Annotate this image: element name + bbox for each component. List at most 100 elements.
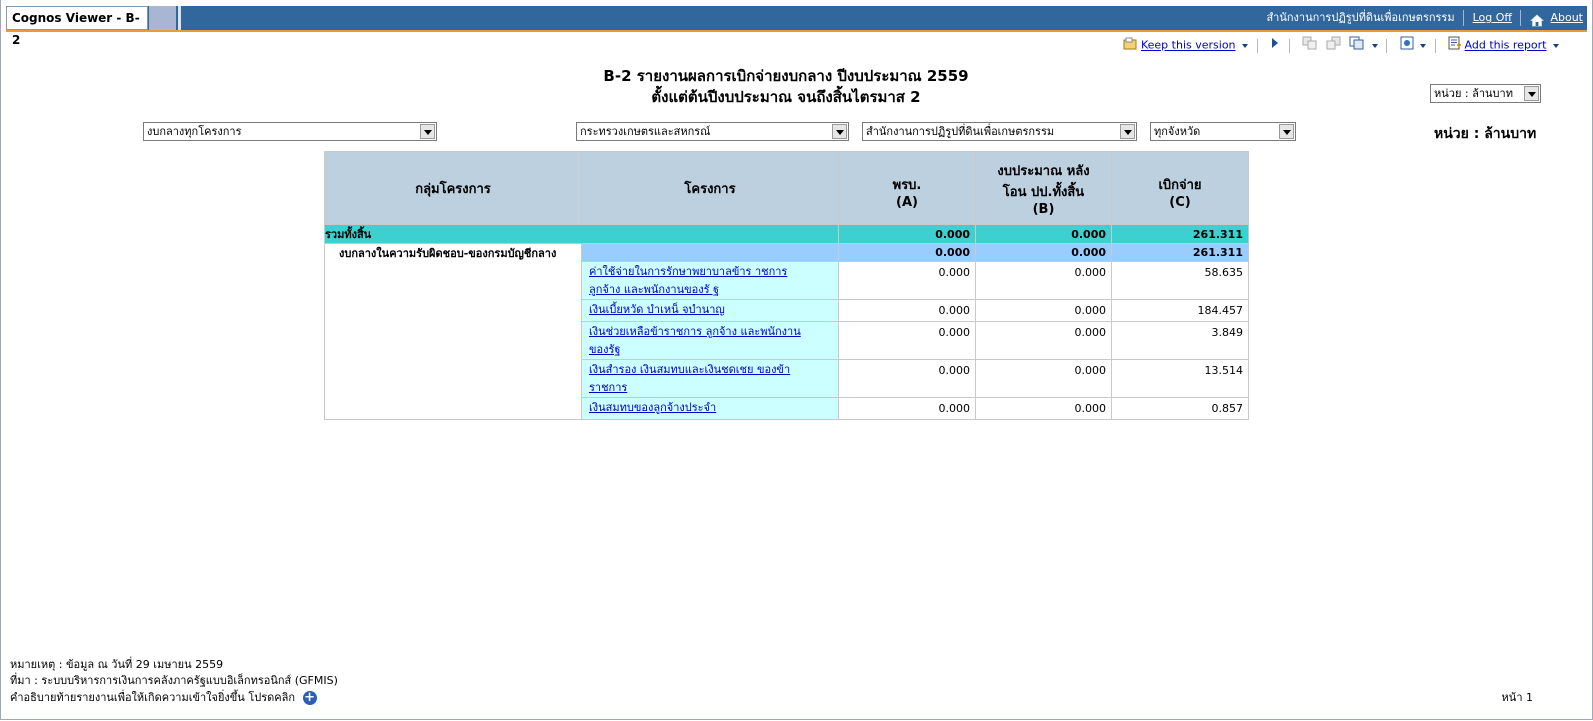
keep-version-dropdown-icon[interactable]: [1242, 43, 1249, 48]
province-value: ทุกจังหวัด: [1154, 125, 1201, 138]
budget-a-cell: 0.000: [838, 359, 976, 398]
ministry-select[interactable]: กระทรวงเกษตรและสหกรณ์: [576, 122, 849, 141]
header-tab: [149, 6, 176, 30]
total-budget-b: 0.000: [975, 224, 1112, 244]
total-disbursement-c: 261.311: [1111, 224, 1249, 244]
divider: [1386, 38, 1388, 53]
project-link-line2: ราชการ: [589, 381, 628, 394]
drill-down-icon[interactable]: [1302, 36, 1318, 55]
department-value: สำนักงานการปฏิรูปที่ดินเพื่อเกษตรกรรม: [866, 125, 1055, 138]
divider: [1520, 10, 1522, 26]
footer-explain: คำอธิบายท้ายรายงานเพื่อให้เกิดความเข้าใจ…: [10, 688, 317, 706]
col-header-budget-b-line1: งบประมาณ หลัง: [997, 163, 1090, 179]
chevron-down-icon[interactable]: [420, 124, 435, 139]
total-label: รวมทั้งสิ้น: [324, 224, 839, 244]
ministry-value: กระทรวงเกษตรและสหกรณ์: [580, 125, 711, 138]
col-header-budget-b-line2: โอน ปป.ทั้งสิ้น: [1002, 184, 1085, 200]
budget-b-cell: 0.000: [975, 321, 1112, 360]
col-header-budget-a-line1: พรบ.: [892, 178, 922, 193]
unit-select-value: หน่วย : ล้านบาท: [1434, 87, 1513, 100]
group-project-cell: [581, 243, 839, 262]
add-report-link[interactable]: Add this report: [1465, 39, 1547, 52]
header-tab-edge: [178, 6, 181, 30]
disbursement-c-cell: 0.857: [1111, 397, 1249, 420]
project-link[interactable]: เงินช่วยเหลือข้าราชการ ลูกจ้าง และพนักงา…: [589, 325, 801, 356]
view-format-dropdown-icon[interactable]: [1420, 43, 1427, 48]
divider: [1256, 38, 1258, 53]
related-links-icon[interactable]: [1349, 36, 1365, 55]
col-header-budget-b-line3: (B): [1032, 201, 1055, 217]
budget-b-cell: 0.000: [975, 299, 1112, 322]
report-subtitle: ตั้งแต่ต้นปีงบประมาณ จนถึงสิ้นไตรมาส 2: [651, 88, 921, 106]
project-link-line2: ของรัฐ: [589, 343, 621, 356]
add-report-dropdown-icon[interactable]: [1553, 43, 1559, 48]
table-header-row: กลุ่มโครงการ โครงการ พรบ. (A) งบประมาณ ห…: [324, 151, 1249, 225]
project-link-line1: เงินช่วยเหลือข้าราชการ ลูกจ้าง และพนักงา…: [589, 325, 801, 338]
project-link-line1: เงินสมทบของลูกจ้างประจำ: [589, 401, 717, 414]
project-link-line1: เงินสำรอง เงินสมทบและเงินชดเชย ของข้า: [589, 363, 791, 376]
project-link-line2: ลูกจ้าง และพนักงานของรั ฐ: [589, 283, 720, 296]
project-link-line1: ค่าใช้จ่ายในการรักษาพยาบาลข้าร าชการ: [589, 265, 788, 278]
project-link[interactable]: ค่าใช้จ่ายในการรักษาพยาบาลข้าร าชการลูกจ…: [589, 265, 787, 296]
disbursement-c-cell: 3.849: [1111, 321, 1249, 360]
app-title: Cognos Viewer - B-2: [6, 6, 148, 47]
log-off-link[interactable]: Log Off: [1473, 11, 1512, 24]
chevron-down-icon[interactable]: [1120, 124, 1135, 139]
budget-b-cell: 0.000: [975, 359, 1112, 398]
budget-a-cell: 0.000: [838, 321, 976, 360]
footer-explain-text: คำอธิบายท้ายรายงานเพื่อให้เกิดความเข้าใจ…: [10, 691, 296, 704]
plus-icon[interactable]: +: [302, 691, 317, 705]
home-icon[interactable]: [1529, 12, 1544, 26]
col-header-budget-a-line2: (A): [896, 195, 918, 210]
project-cell: ค่าใช้จ่ายในการรักษาพยาบาลข้าร าชการลูกจ…: [581, 261, 839, 300]
project-cell: เงินช่วยเหลือข้าราชการ ลูกจ้าง และพนักงา…: [581, 321, 839, 360]
keep-version-icon[interactable]: [1123, 37, 1137, 55]
header-bar: Cognos Viewer - B-2 สำนักงานการปฏิรูปที่…: [6, 6, 1587, 47]
drill-up-icon[interactable]: [1326, 36, 1342, 55]
group-disbursement-c: 261.311: [1111, 243, 1249, 262]
budget-a-cell: 0.000: [838, 397, 976, 420]
view-format-icon[interactable]: [1400, 36, 1414, 55]
col-header-disbursement-c-line2: (C): [1169, 195, 1191, 210]
related-links-dropdown-icon[interactable]: [1371, 43, 1378, 48]
col-header-disbursement-c-line1: เบิกจ่าย: [1158, 178, 1202, 193]
province-select[interactable]: ทุกจังหวัด: [1150, 122, 1296, 141]
col-header-budget-b: งบประมาณ หลัง โอน ปป.ทั้งสิ้น (B): [975, 151, 1112, 225]
add-report-icon[interactable]: [1448, 36, 1462, 55]
chevron-down-icon[interactable]: [832, 124, 847, 139]
run-icon[interactable]: [1270, 37, 1280, 54]
org-name: สำนักงานการปฏิรูปที่ดินเพื่อเกษตรกรรม: [1266, 11, 1455, 24]
divider: [1434, 38, 1436, 53]
header-accent-line: [6, 30, 1587, 32]
chevron-down-icon[interactable]: [1279, 124, 1294, 139]
project-link[interactable]: เงินเบี้ยหวัด บำเหน็ จบำนาญ: [589, 303, 725, 316]
report-table: กลุ่มโครงการ โครงการ พรบ. (A) งบประมาณ ห…: [324, 151, 1249, 420]
group-budget-b: 0.000: [975, 243, 1112, 262]
footer-source: ที่มา : ระบบบริหารการเงินการคลังภาครัฐแบ…: [10, 674, 338, 687]
group-budget-a: 0.000: [838, 243, 976, 262]
budget-a-cell: 0.000: [838, 299, 976, 322]
col-header-disbursement-c: เบิกจ่าย (C): [1111, 151, 1249, 225]
disbursement-c-cell: 13.514: [1111, 359, 1249, 398]
project-group-select[interactable]: งบกลางทุกโครงการ: [143, 122, 437, 141]
project-group-value: งบกลางทุกโครงการ: [147, 125, 242, 138]
budget-a-cell: 0.000: [838, 261, 976, 300]
project-link[interactable]: เงินสมทบของลูกจ้างประจำ: [589, 401, 716, 414]
disbursement-c-cell: 184.457: [1111, 299, 1249, 322]
group-row: งบกลางในความรับผิดชอบ-ของกรมบัญชีกลาง 0.…: [324, 243, 1249, 420]
divider: [1288, 38, 1290, 53]
department-select[interactable]: สำนักงานการปฏิรูปที่ดินเพื่อเกษตรกรรม: [862, 122, 1137, 141]
project-cell: เงินสมทบของลูกจ้างประจำ: [581, 397, 839, 420]
page-number: หน้า 1: [1501, 691, 1533, 704]
total-row: รวมทั้งสิ้น 0.000 0.000 261.311: [324, 224, 1249, 244]
budget-b-cell: 0.000: [975, 397, 1112, 420]
col-header-group: กลุ่มโครงการ: [324, 151, 582, 225]
keep-version-link[interactable]: Keep this version: [1141, 39, 1236, 52]
project-link[interactable]: เงินสำรอง เงินสมทบและเงินชดเชย ของข้าราช…: [589, 363, 790, 394]
group-label: งบกลางในความรับผิดชอบ-ของกรมบัญชีกลาง: [324, 243, 582, 420]
about-link[interactable]: About: [1550, 11, 1583, 24]
total-budget-a: 0.000: [838, 224, 976, 244]
unit-select[interactable]: หน่วย : ล้านบาท: [1430, 84, 1541, 103]
chevron-down-icon[interactable]: [1524, 86, 1539, 101]
project-cell: เงินเบี้ยหวัด บำเหน็ จบำนาญ: [581, 299, 839, 322]
